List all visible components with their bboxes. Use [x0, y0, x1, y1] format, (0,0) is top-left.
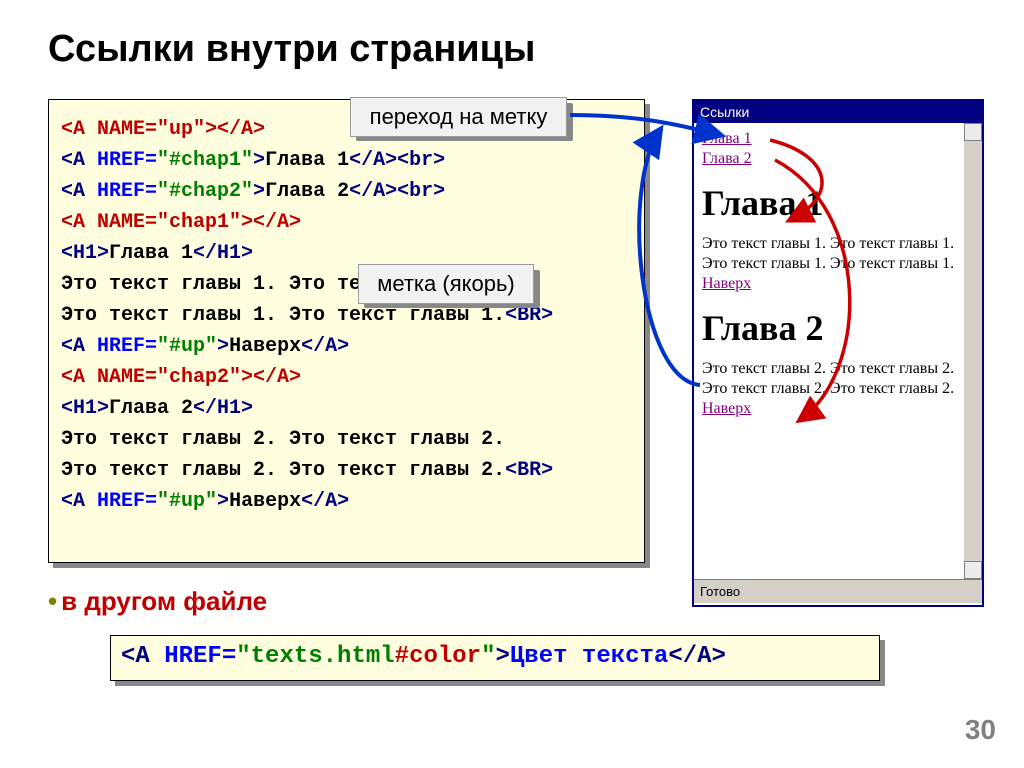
preview-p2: Это текст главы 2. Это текст главы 2. Эт… — [702, 359, 956, 399]
preview-p1: Это текст главы 1. Это текст главы 1. Эт… — [702, 234, 956, 274]
code-line-13: <A HREF="#up">Наверх</A> — [61, 486, 632, 517]
browser-window: Ссылки Глава 1 Глава 2 Глава 1 Это текст… — [692, 99, 984, 607]
preview-link-chap1[interactable]: Глава 1 — [702, 130, 752, 147]
bullet-dot-icon: • — [48, 586, 57, 616]
callout-anchor: метка (якорь) — [358, 264, 534, 304]
page-number: 30 — [965, 714, 996, 746]
callout-jump: переход на метку — [350, 97, 567, 137]
code-line-2: <A HREF="#chap1">Глава 1</A><br> — [61, 145, 632, 176]
browser-status: Готово — [694, 579, 982, 603]
code-line-3: <A HREF="#chap2">Глава 2</A><br> — [61, 176, 632, 207]
code-line-5: <H1>Глава 1</H1> — [61, 238, 632, 269]
preview-link-up2[interactable]: Наверх — [702, 400, 751, 417]
code-line-12: Это текст главы 2. Это текст главы 2.<BR… — [61, 455, 632, 486]
code-block: <A NAME="up"></A> <A HREF="#chap1">Глава… — [48, 99, 645, 563]
preview-link-up1[interactable]: Наверх — [702, 275, 751, 292]
slide-title: Ссылки внутри страницы — [48, 28, 535, 71]
code-line-4: <A NAME="chap1"></A> — [61, 207, 632, 238]
code-line-6: Это текст главы 1. Это текст главы 1. — [61, 269, 632, 300]
code-line-7: Это текст главы 1. Это текст главы 1.<BR… — [61, 300, 632, 331]
code-line-8: <A HREF="#up">Наверх</A> — [61, 331, 632, 362]
preview-h1-2: Глава 2 — [702, 306, 956, 351]
code-block-2: <A HREF="texts.html#color">Цвет текста</… — [110, 635, 880, 681]
preview-link-chap2[interactable]: Глава 2 — [702, 150, 752, 167]
browser-titlebar: Ссылки — [694, 101, 982, 123]
scrollbar-down-icon[interactable] — [964, 561, 982, 579]
code-line-11: Это текст главы 2. Это текст главы 2. — [61, 424, 632, 455]
code-line-9: <A NAME="chap2"></A> — [61, 362, 632, 393]
bullet-other-file: •в другом файле — [48, 586, 267, 617]
browser-body: Глава 1 Глава 2 Глава 1 Это текст главы … — [694, 123, 982, 579]
code-line-10: <H1>Глава 2</H1> — [61, 393, 632, 424]
scrollbar-up-icon[interactable] — [964, 123, 982, 141]
preview-h1-1: Глава 1 — [702, 181, 956, 226]
